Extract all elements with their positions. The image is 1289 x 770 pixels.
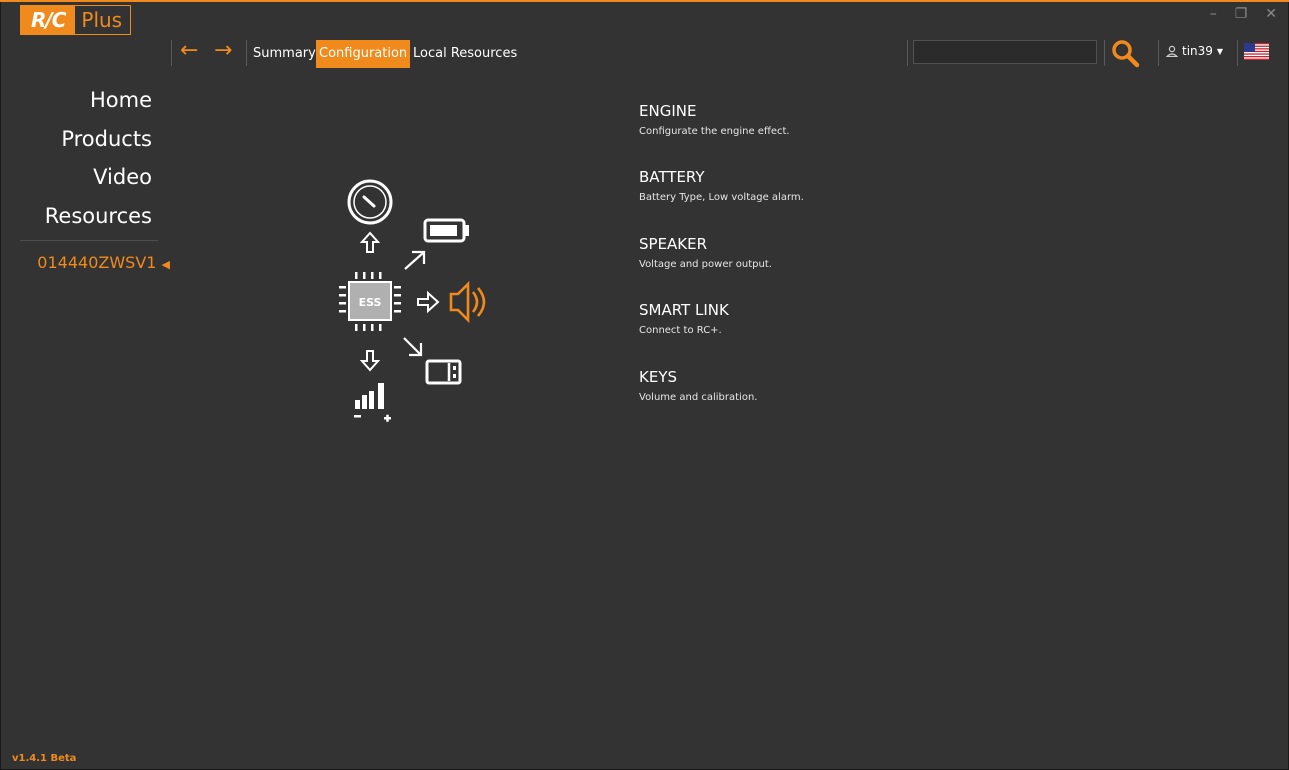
toolbar-divider — [171, 40, 172, 66]
arrow-up-icon — [359, 231, 381, 253]
caret-left-icon: ◀ — [161, 258, 170, 271]
config-title: SMART LINK — [639, 301, 729, 319]
volume-keys-icon[interactable] — [354, 383, 391, 422]
back-arrow-icon[interactable]: ← — [180, 39, 198, 63]
restore-icon[interactable]: ❐ — [1235, 6, 1248, 22]
chevron-down-icon: ▼ — [1216, 46, 1224, 56]
toolbar-divider — [246, 40, 247, 66]
device-item[interactable]: 014440ZWSV1 ◀ — [37, 253, 170, 272]
config-title: SPEAKER — [639, 235, 708, 253]
us-flag-icon[interactable] — [1244, 43, 1269, 60]
config-battery[interactable]: BATTERY Battery Type, Low voltage alarm. — [639, 168, 804, 203]
smart-link-icon[interactable] — [425, 359, 462, 385]
tab-local-resources[interactable]: Local Resources — [410, 40, 520, 68]
minimize-icon[interactable]: – — [1210, 6, 1217, 22]
tab-configuration[interactable]: Configuration — [316, 40, 411, 68]
username: tin39 — [1182, 44, 1213, 58]
nav-video[interactable]: Video — [93, 165, 152, 189]
window-controls: – ❐ ✕ — [1210, 6, 1277, 22]
config-desc: Voltage and power output. — [639, 259, 772, 270]
toolbar-divider — [1104, 40, 1105, 66]
config-title: BATTERY — [639, 168, 705, 186]
config-desc: Connect to RC+. — [639, 325, 722, 336]
arrow-up-right-icon — [404, 250, 426, 270]
config-smart-link[interactable]: SMART LINK Connect to RC+. — [639, 301, 729, 336]
gauge-icon[interactable] — [347, 179, 393, 225]
device-id: 014440ZWSV1 — [37, 253, 157, 272]
app-logo: R/C Plus — [20, 5, 132, 35]
ess-chip-icon[interactable]: ESS — [339, 272, 401, 331]
search-input[interactable] — [913, 40, 1097, 64]
chip-label: ESS — [359, 296, 382, 309]
config-desc: Battery Type, Low voltage alarm. — [639, 192, 804, 203]
arrow-down-icon — [359, 350, 381, 372]
search-icon[interactable] — [1110, 38, 1140, 68]
forward-arrow-icon[interactable]: → — [214, 39, 232, 63]
arrow-down-right-icon — [403, 337, 423, 357]
sidebar-divider — [20, 240, 158, 241]
version-label: v1.4.1 Beta — [12, 753, 77, 764]
nav-products[interactable]: Products — [61, 127, 152, 151]
speaker-icon[interactable] — [449, 280, 486, 324]
nav-home[interactable]: Home — [90, 88, 152, 112]
toolbar-divider — [1237, 40, 1238, 66]
tab-summary[interactable]: Summary — [250, 40, 319, 68]
user-icon — [1166, 45, 1178, 57]
config-title: KEYS — [639, 368, 677, 386]
nav-resources[interactable]: Resources — [45, 204, 152, 228]
close-icon[interactable]: ✕ — [1265, 6, 1277, 22]
battery-icon[interactable] — [423, 218, 469, 243]
accent-line — [0, 0, 1289, 2]
config-engine[interactable]: ENGINE Configurate the engine effect. — [639, 102, 790, 137]
module-diagram: ESS — [339, 179, 486, 422]
config-keys[interactable]: KEYS Volume and calibration. — [639, 368, 757, 403]
toolbar-divider — [907, 40, 908, 66]
config-desc: Volume and calibration. — [639, 392, 758, 403]
config-desc: Configurate the engine effect. — [639, 126, 790, 137]
arrow-right-icon — [417, 290, 440, 314]
logo-plus: Plus — [81, 8, 123, 32]
config-speaker[interactable]: SPEAKER Voltage and power output. — [639, 235, 772, 270]
toolbar-divider — [1158, 40, 1159, 66]
user-menu[interactable]: tin39 ▼ — [1166, 44, 1223, 58]
config-title: ENGINE — [639, 102, 697, 120]
logo-rc: R/C — [21, 6, 76, 34]
